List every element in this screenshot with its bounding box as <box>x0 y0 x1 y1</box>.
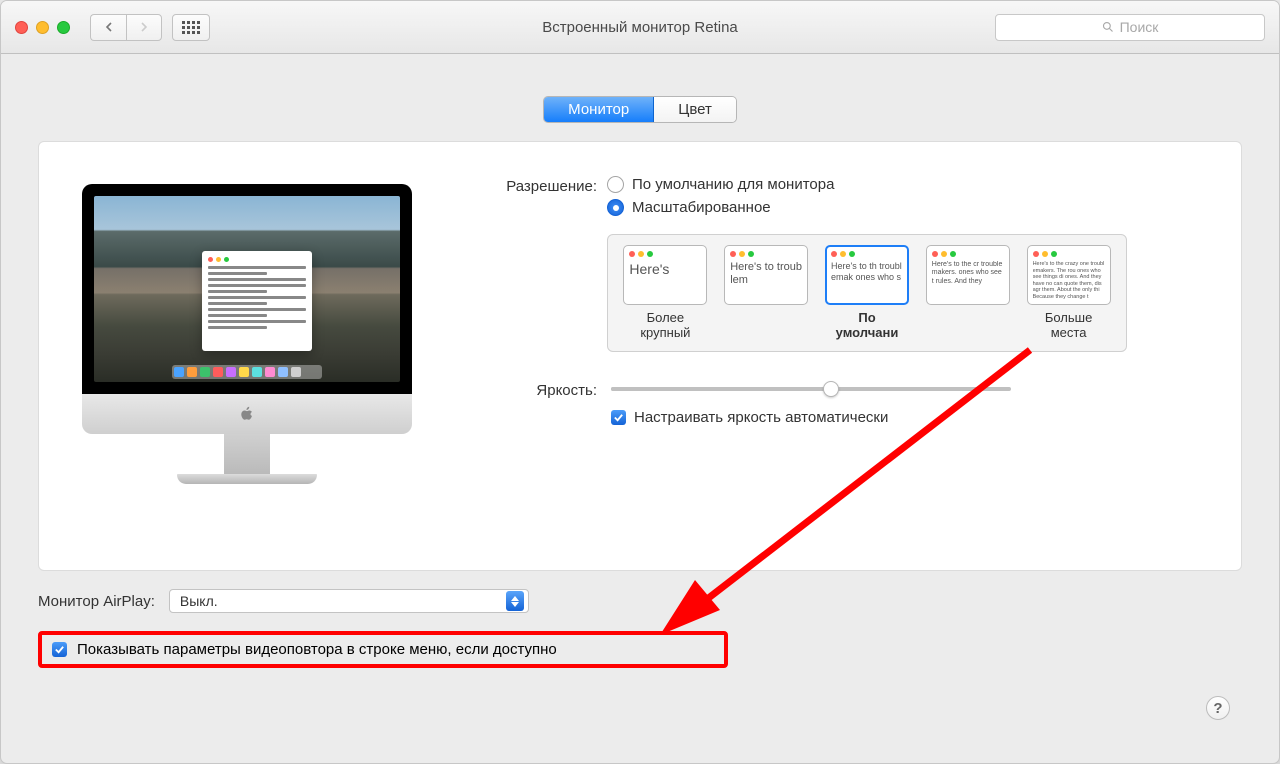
window-controls <box>15 21 70 34</box>
forward-button[interactable] <box>126 14 162 41</box>
nav-buttons <box>90 14 162 41</box>
airplay-row: Монитор AirPlay: Выкл. <box>38 589 1242 613</box>
res-option-2[interactable]: Here's to troublem <box>721 245 812 341</box>
search-placeholder: Поиск <box>1120 19 1159 35</box>
tab-monitor[interactable]: Монитор <box>544 97 654 122</box>
airplay-select[interactable]: Выкл. <box>169 589 529 613</box>
mirroring-checkbox-row[interactable]: Показывать параметры видеоповтора в стро… <box>38 631 728 668</box>
close-button[interactable] <box>15 21 28 34</box>
radio-icon <box>607 199 624 216</box>
auto-brightness-checkbox[interactable]: Настраивать яркость автоматически <box>611 409 1213 426</box>
resolution-label: Разрешение: <box>467 176 607 195</box>
select-stepper-icon <box>506 591 524 611</box>
show-all-button[interactable] <box>172 14 210 41</box>
back-button[interactable] <box>90 14 126 41</box>
tab-color[interactable]: Цвет <box>654 97 736 122</box>
res-option-more-space[interactable]: Here's to the crazy one troublemakers. T… <box>1023 245 1114 341</box>
tab-bar: Монитор Цвет <box>1 96 1279 123</box>
minimize-button[interactable] <box>36 21 49 34</box>
help-button[interactable]: ? <box>1206 696 1230 720</box>
grid-icon <box>182 21 200 34</box>
mirroring-label: Показывать параметры видеоповтора в стро… <box>77 641 557 658</box>
radio-scaled[interactable]: Масштабированное <box>607 199 1213 216</box>
content-pane: Разрешение: По умолчанию для монитора Ма… <box>38 141 1242 571</box>
bottom-section: Монитор AirPlay: Выкл. Показывать параме… <box>1 571 1279 668</box>
checkbox-icon <box>52 642 67 657</box>
res-option-default[interactable]: Here's to th troublemak ones who s По ум… <box>822 245 913 341</box>
airplay-label: Монитор AirPlay: <box>38 593 155 610</box>
settings-panel: Разрешение: По умолчанию для монитора Ма… <box>467 176 1213 484</box>
titlebar: Встроенный монитор Retina Поиск <box>1 1 1279 54</box>
window-title: Встроенный монитор Retina <box>542 19 738 36</box>
preferences-window: Встроенный монитор Retina Поиск Монитор … <box>0 0 1280 764</box>
search-field[interactable]: Поиск <box>995 14 1265 41</box>
zoom-button[interactable] <box>57 21 70 34</box>
res-option-larger-text[interactable]: Here's Более крупный <box>620 245 711 341</box>
resolution-options: Here's Более крупный Here's to troublem … <box>607 234 1127 352</box>
checkbox-icon <box>611 410 626 425</box>
brightness-label: Яркость: <box>467 380 607 399</box>
display-illustration <box>67 184 427 484</box>
radio-default[interactable]: По умолчанию для монитора <box>607 176 1213 193</box>
brightness-slider[interactable] <box>611 387 1011 391</box>
apple-logo-icon <box>239 406 255 422</box>
search-icon <box>1102 21 1114 33</box>
res-option-4[interactable]: Here's to the cr troublemakers. ones who… <box>922 245 1013 341</box>
slider-knob[interactable] <box>823 381 839 397</box>
radio-icon <box>607 176 624 193</box>
